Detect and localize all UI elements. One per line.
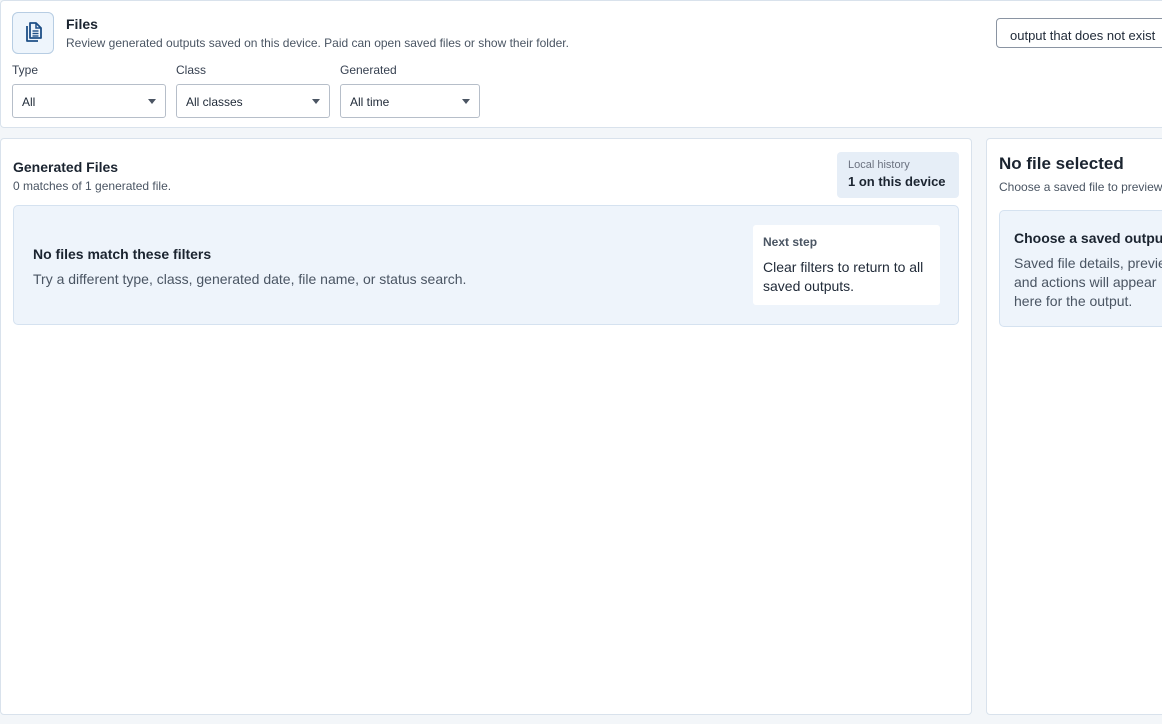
chevron-down-icon (462, 99, 470, 104)
empty-state-title: No files match these filters (33, 246, 212, 262)
page-subtitle: Review generated outputs saved on this d… (66, 36, 569, 50)
type-select-value: All (22, 95, 36, 109)
empty-state-card: No files match these filters Try a diffe… (13, 205, 959, 325)
match-count: 0 matches of 1 generated file. (13, 179, 172, 193)
document-icon (12, 12, 54, 54)
local-history-label: Local history (848, 159, 910, 171)
next-step-box: Next step Clear filters to return to all… (753, 225, 940, 305)
generated-select[interactable]: All time (340, 84, 480, 118)
class-filter-label: Class (176, 63, 207, 77)
class-select-value: All classes (186, 95, 243, 109)
chevron-down-icon (148, 99, 156, 104)
preview-placeholder-card: Choose a saved output Saved file details… (999, 210, 1162, 327)
empty-state-description: Try a different type, class, generated d… (33, 271, 467, 287)
search-input[interactable] (996, 18, 1162, 48)
generated-files-title: Generated Files (13, 159, 119, 175)
chevron-down-icon (312, 99, 320, 104)
preview-title: No file selected (999, 154, 1124, 173)
file-preview-panel: No file selected Choose a saved file to … (986, 138, 1162, 715)
type-select[interactable]: All (12, 84, 166, 118)
local-history-value: 1 on this device (848, 174, 946, 189)
preview-card-text: Saved file details, preview and actions … (1014, 255, 1162, 309)
next-step-label: Next step (763, 235, 818, 249)
files-header: Files Review generated outputs saved on … (0, 0, 1162, 128)
generated-select-value: All time (350, 95, 390, 109)
generated-files-panel: Generated Files 0 matches of 1 generated… (0, 138, 972, 715)
local-history-badge: Local history 1 on this device (837, 152, 959, 198)
class-select[interactable]: All classes (176, 84, 330, 118)
generated-filter-label: Generated (340, 63, 397, 77)
type-filter-label: Type (12, 63, 39, 77)
preview-card-title: Choose a saved output (1014, 230, 1162, 246)
page-title: Files (66, 16, 98, 32)
next-step-text: Clear filters to return to all saved out… (763, 259, 924, 294)
preview-subtitle: Choose a saved file to preview (999, 180, 1162, 194)
